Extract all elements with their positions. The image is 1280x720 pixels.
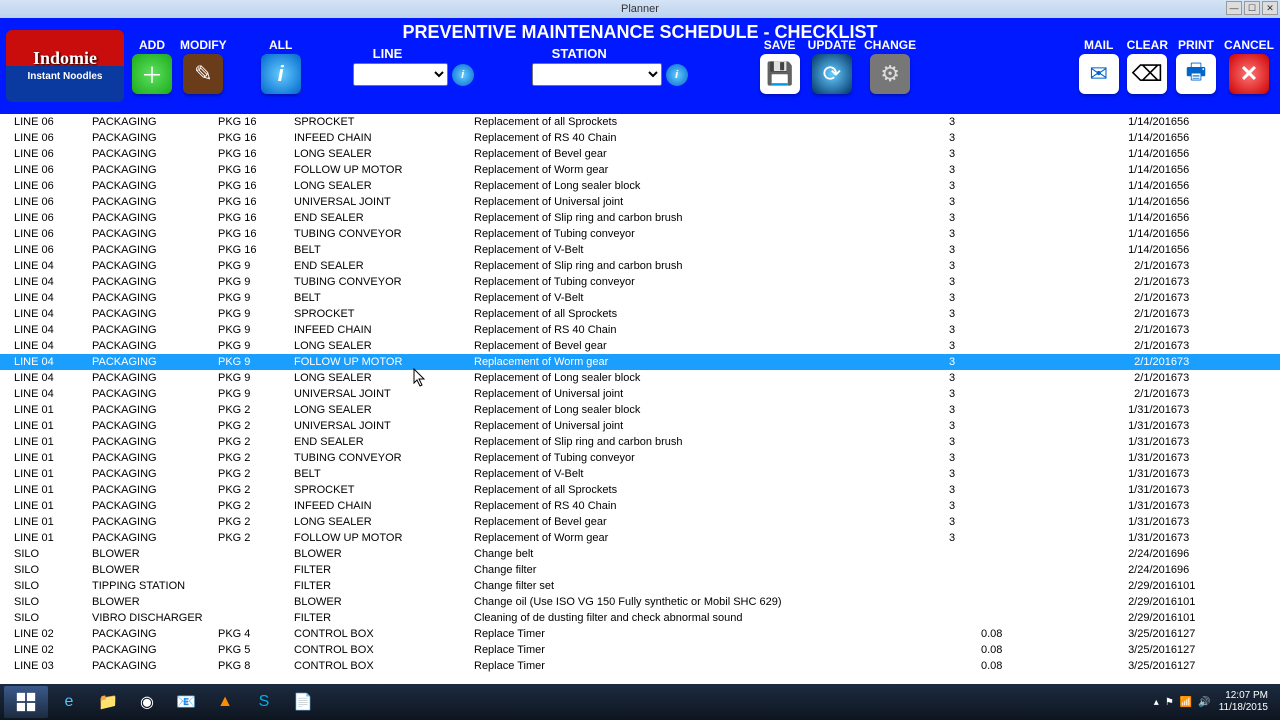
save-label: SAVE [764,38,796,52]
taskbar-chrome-icon[interactable]: ◉ [129,687,165,717]
clear-label: CLEAR [1127,38,1168,52]
save-button[interactable]: 💾 [760,54,800,94]
table-row[interactable]: LINE 02PACKAGINGPKG 4CONTROL BOXReplace … [0,626,1280,642]
line-select[interactable] [353,63,448,86]
cancel-label: CANCEL [1224,38,1274,52]
tray-up-icon[interactable]: ▴ [1154,697,1159,708]
line-info-icon[interactable]: i [452,64,474,86]
table-row[interactable]: LINE 06PACKAGINGPKG 16LONG SEALERReplace… [0,178,1280,194]
table-row[interactable]: LINE 01PACKAGINGPKG 2LONG SEALERReplacem… [0,514,1280,530]
tray-network-icon[interactable]: 📶 [1180,697,1192,708]
taskbar-ie-icon[interactable]: e [51,687,87,717]
print-label: PRINT [1178,38,1214,52]
taskbar-notepad-icon[interactable]: 📄 [285,687,321,717]
modify-label: MODIFY [180,38,227,52]
table-row[interactable]: LINE 01PACKAGINGPKG 2SPROCKETReplacement… [0,482,1280,498]
table-row[interactable]: SILOTIPPING STATIONFILTERChange filter s… [0,578,1280,594]
all-button[interactable]: i [261,54,301,94]
table-row[interactable]: SILOVIBRO DISCHARGERFILTERCleaning of de… [0,610,1280,626]
table-row[interactable]: LINE 01PACKAGINGPKG 2LONG SEALERReplacem… [0,402,1280,418]
station-select[interactable] [532,63,662,86]
table-row[interactable]: LINE 06PACKAGINGPKG 16UNIVERSAL JOINTRep… [0,194,1280,210]
table-row[interactable]: SILOBLOWERBLOWERChange oil (Use ISO VG 1… [0,594,1280,610]
table-row[interactable]: LINE 04PACKAGINGPKG 9FOLLOW UP MOTORRepl… [0,354,1280,370]
table-row[interactable]: LINE 06PACKAGINGPKG 16TUBING CONVEYORRep… [0,226,1280,242]
table-row[interactable]: LINE 06PACKAGINGPKG 16BELTReplacement of… [0,242,1280,258]
table-row[interactable]: LINE 06PACKAGINGPKG 16LONG SEALERReplace… [0,146,1280,162]
change-label: CHANGE [864,38,916,52]
table-row[interactable]: LINE 02PACKAGINGPKG 5CONTROL BOXReplace … [0,642,1280,658]
window-titlebar: Planner — ☐ ✕ [0,0,1280,18]
table-row[interactable]: LINE 06PACKAGINGPKG 16SPROCKETReplacemen… [0,114,1280,130]
taskbar-explorer-icon[interactable]: 📁 [90,687,126,717]
table-row[interactable]: LINE 04PACKAGINGPKG 9BELTReplacement of … [0,290,1280,306]
print-button[interactable]: 🖶 [1176,54,1216,94]
table-row[interactable]: LINE 04PACKAGINGPKG 9UNIVERSAL JOINTRepl… [0,386,1280,402]
table-row[interactable]: LINE 06PACKAGINGPKG 16FOLLOW UP MOTORRep… [0,162,1280,178]
table-row[interactable]: LINE 01PACKAGINGPKG 2INFEED CHAINReplace… [0,498,1280,514]
window-title: Planner [621,3,659,15]
station-label: STATION [552,46,607,61]
tray-flag-icon[interactable]: ⚑ [1165,697,1174,708]
toolbar: PREVENTIVE MAINTENANCE SCHEDULE - CHECKL… [0,18,1280,114]
modify-button[interactable]: ✎ [183,54,223,94]
minimize-button[interactable]: — [1226,1,1242,15]
station-info-icon[interactable]: i [666,64,688,86]
cancel-button[interactable]: ✕ [1229,54,1269,94]
taskbar: e 📁 ◉ 📧 ▲ S 📄 ▴ ⚑ 📶 🔊 12:07 PM 11/18/201… [0,684,1280,720]
taskbar-outlook-icon[interactable]: 📧 [168,687,204,717]
tray-volume-icon[interactable]: 🔊 [1198,697,1210,708]
table-row[interactable]: LINE 04PACKAGINGPKG 9INFEED CHAINReplace… [0,322,1280,338]
brand-logo: Indomie Instant Noodles [6,30,124,102]
start-button[interactable] [4,686,48,718]
table-row[interactable]: LINE 03PACKAGINGPKG 8CONTROL BOXReplace … [0,658,1280,674]
table-row[interactable]: LINE 01PACKAGINGPKG 2FOLLOW UP MOTORRepl… [0,530,1280,546]
data-grid[interactable]: LINE 06PACKAGINGPKG 16SPROCKETReplacemen… [0,114,1280,684]
table-row[interactable]: SILOBLOWERFILTERChange filter2/24/201696 [0,562,1280,578]
table-row[interactable]: LINE 04PACKAGINGPKG 9TUBING CONVEYORRepl… [0,274,1280,290]
mail-button[interactable]: ✉ [1079,54,1119,94]
add-button[interactable]: ＋ [132,54,172,94]
table-row[interactable]: LINE 04PACKAGINGPKG 9LONG SEALERReplacem… [0,370,1280,386]
table-row[interactable]: LINE 04PACKAGINGPKG 9SPROCKETReplacement… [0,306,1280,322]
table-row[interactable]: LINE 01PACKAGINGPKG 2BELTReplacement of … [0,466,1280,482]
change-button[interactable]: ⚙ [870,54,910,94]
all-label: ALL [269,38,292,52]
table-row[interactable]: LINE 01PACKAGINGPKG 2END SEALERReplaceme… [0,434,1280,450]
system-tray: ▴ ⚑ 📶 🔊 12:07 PM 11/18/2015 [1154,690,1276,714]
table-row[interactable]: LINE 04PACKAGINGPKG 9END SEALERReplaceme… [0,258,1280,274]
taskbar-clock[interactable]: 12:07 PM 11/18/2015 [1219,690,1268,714]
table-row[interactable]: LINE 01PACKAGINGPKG 2UNIVERSAL JOINTRepl… [0,418,1280,434]
line-label: LINE [373,46,403,61]
update-button[interactable]: ⟳ [812,54,852,94]
add-label: ADD [139,38,165,52]
maximize-button[interactable]: ☐ [1244,1,1260,15]
table-row[interactable]: LINE 04PACKAGINGPKG 9LONG SEALERReplacem… [0,338,1280,354]
update-label: UPDATE [808,38,856,52]
close-button[interactable]: ✕ [1262,1,1278,15]
mail-label: MAIL [1084,38,1113,52]
clear-button[interactable]: ⌫ [1127,54,1167,94]
taskbar-skype-icon[interactable]: S [246,687,282,717]
taskbar-vlc-icon[interactable]: ▲ [207,687,243,717]
table-row[interactable]: LINE 01PACKAGINGPKG 2TUBING CONVEYORRepl… [0,450,1280,466]
table-row[interactable]: SILOBLOWERBLOWERChange belt2/24/201696 [0,546,1280,562]
table-row[interactable]: LINE 06PACKAGINGPKG 16END SEALERReplacem… [0,210,1280,226]
table-row[interactable]: LINE 06PACKAGINGPKG 16INFEED CHAINReplac… [0,130,1280,146]
